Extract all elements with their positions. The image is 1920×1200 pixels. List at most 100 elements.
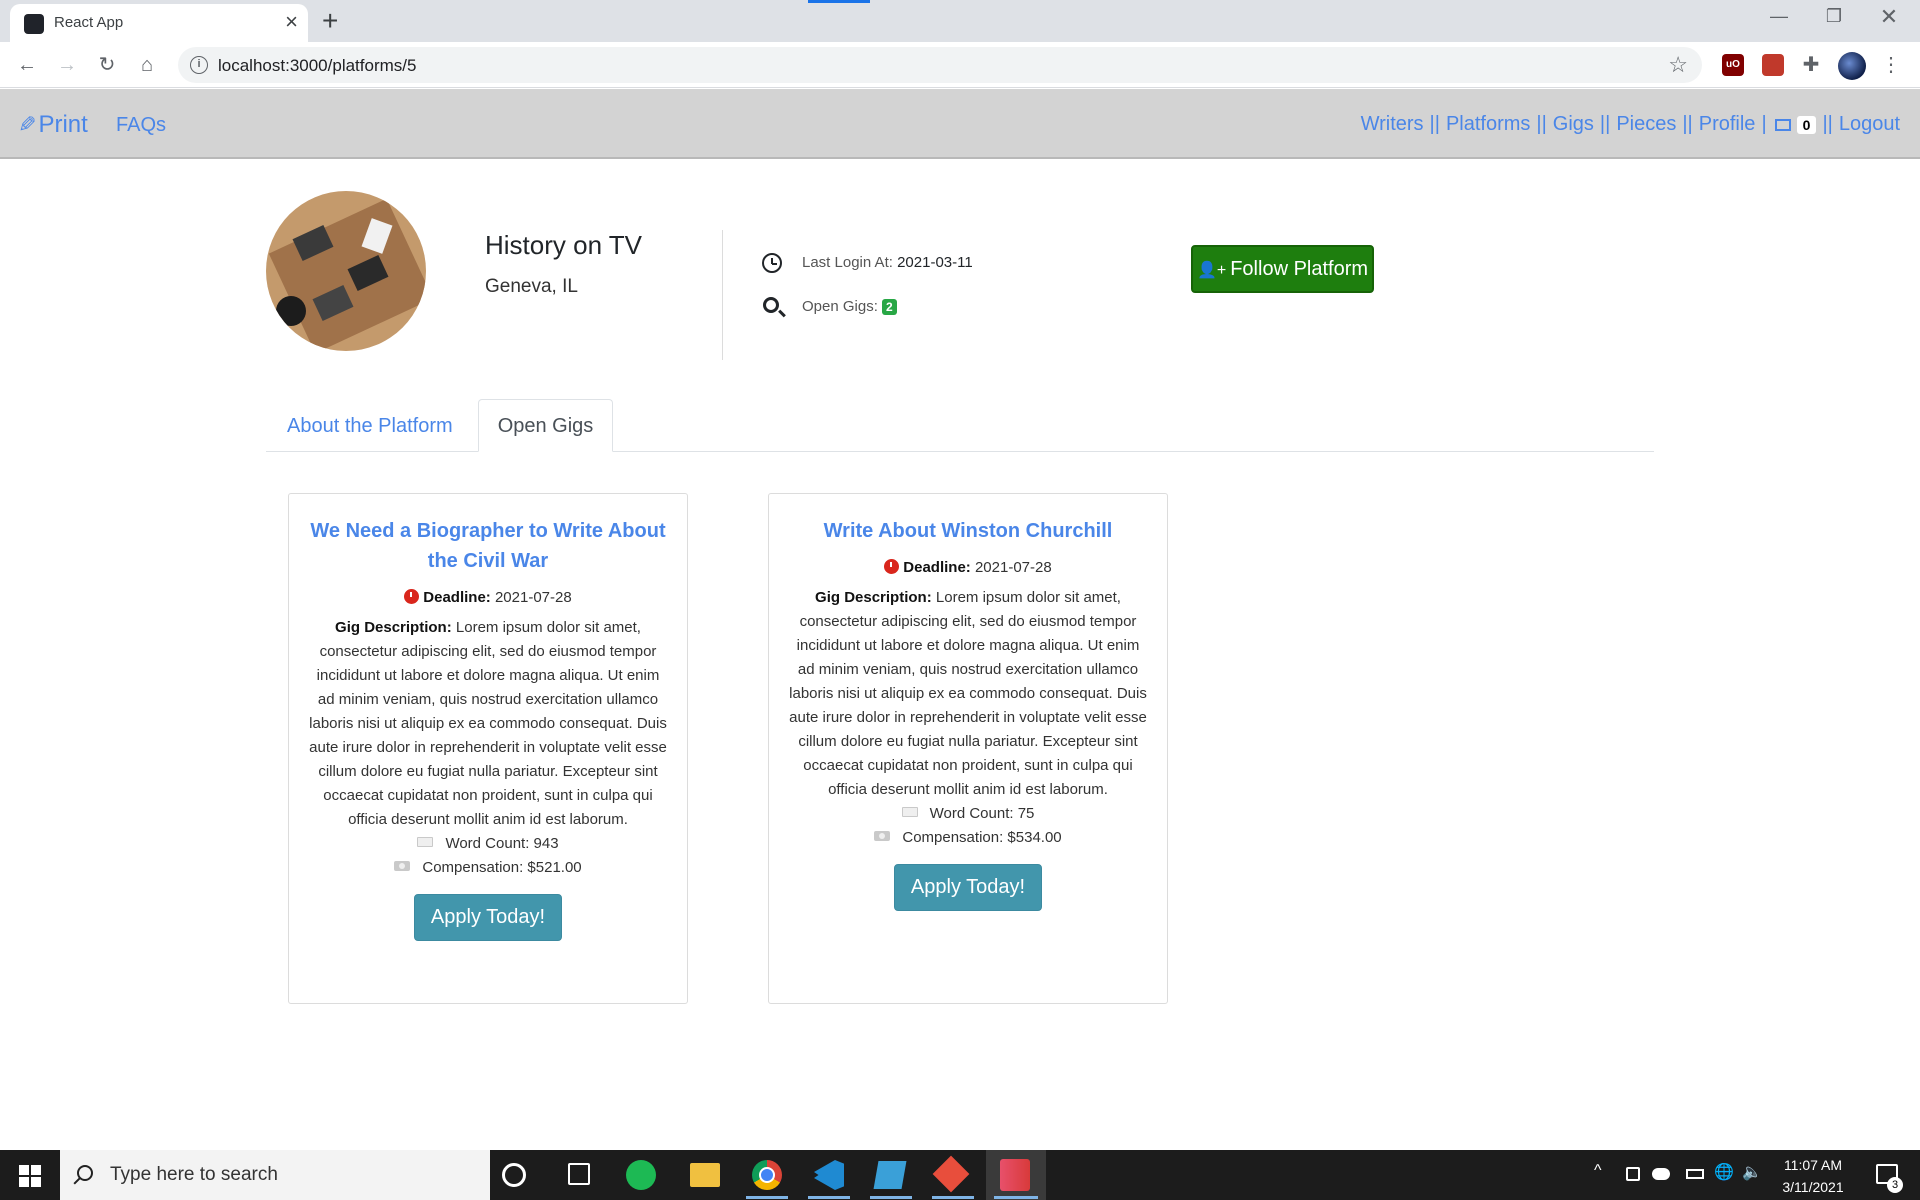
gig-deadline: Deadline: 2021-07-28: [789, 556, 1147, 580]
new-tab-button[interactable]: +: [322, 4, 338, 38]
tabs-divider: [266, 451, 1654, 452]
nav-platforms-link[interactable]: Platforms: [1446, 113, 1530, 136]
spotify-icon[interactable]: [626, 1160, 656, 1190]
browser-toolbar: ← → ↻ ⌂ i localhost:3000/platforms/5 ☆ u…: [0, 42, 1920, 88]
keyboard-icon: [417, 837, 434, 847]
follow-platform-button[interactable]: 👤+ Follow Platform: [1191, 245, 1374, 293]
tab-open-gigs[interactable]: Open Gigs: [478, 399, 613, 452]
url-text[interactable]: localhost:3000/platforms/5: [218, 56, 416, 76]
header-divider: [722, 230, 723, 360]
gig-description: Gig Description: Lorem ipsum dolor sit a…: [309, 616, 667, 832]
tray-chevron-icon[interactable]: ^: [1594, 1162, 1602, 1180]
reload-icon[interactable]: ↻: [92, 50, 122, 80]
description-label: Gig Description:: [335, 619, 452, 636]
search-glass-icon: [77, 1165, 93, 1181]
windows-start-icon[interactable]: [0, 1150, 60, 1200]
chrome-icon[interactable]: [752, 1160, 782, 1190]
compensation-text: Compensation: $521.00: [422, 859, 582, 876]
nav-separator: ||: [1429, 113, 1440, 135]
git-app-icon[interactable]: [932, 1155, 970, 1193]
clock-icon: [762, 253, 782, 273]
vscode-icon[interactable]: [814, 1160, 844, 1190]
tray-cloud-icon[interactable]: [1652, 1168, 1670, 1180]
deadline-clock-icon: [884, 559, 900, 574]
search-icon: [763, 297, 779, 313]
bookmark-star-icon[interactable]: ☆: [1668, 52, 1688, 78]
tab-title: React App: [54, 14, 124, 31]
windows-taskbar: Type here to search ^ 🌐 🔈 11:07 AM 3/11/…: [0, 1150, 1920, 1200]
window-restore-button[interactable]: ❐: [1811, 6, 1857, 27]
extension-icon[interactable]: [1762, 54, 1784, 76]
nav-separator: |: [1761, 113, 1767, 135]
tray-battery-icon[interactable]: [1686, 1169, 1704, 1179]
apply-button[interactable]: Apply Today!: [894, 864, 1042, 911]
gig-title[interactable]: Write About Winston Churchill: [789, 516, 1147, 546]
brand-link[interactable]: ✎Print: [18, 111, 88, 139]
gig-description: Gig Description: Lorem ipsum dolor sit a…: [789, 586, 1147, 802]
taskbar-search-input[interactable]: Type here to search: [60, 1150, 490, 1200]
nav-links: Writers || Platforms || Gigs || Pieces |…: [1361, 113, 1900, 136]
last-login-label: Last Login At:: [802, 254, 893, 271]
profile-avatar-icon[interactable]: [1838, 52, 1866, 80]
tray-network-icon[interactable]: 🌐: [1714, 1162, 1734, 1182]
word-count-text: Word Count: 75: [929, 805, 1035, 822]
nav-writers-link[interactable]: Writers: [1361, 113, 1424, 136]
messages-count-badge[interactable]: 0: [1796, 115, 1817, 134]
nav-faqs-link[interactable]: FAQs: [116, 114, 166, 137]
site-info-icon[interactable]: i: [190, 56, 208, 74]
home-icon[interactable]: ⌂: [132, 50, 162, 80]
tab-close-icon[interactable]: ×: [285, 10, 298, 34]
brand-text: Print: [38, 111, 88, 138]
deadline-value: 2021-07-28: [974, 559, 1052, 576]
gig-title[interactable]: We Need a Biographer to Write About the …: [309, 516, 667, 576]
running-indicator: [808, 1196, 850, 1199]
gig-deadline: Deadline: 2021-07-28: [309, 586, 667, 610]
apply-button[interactable]: Apply Today!: [414, 894, 562, 941]
nav-pieces-link[interactable]: Pieces: [1616, 113, 1676, 136]
tray-device-icon[interactable]: [1626, 1167, 1640, 1181]
forward-icon[interactable]: →: [52, 50, 82, 80]
running-indicator: [746, 1196, 788, 1199]
taskbar-search-placeholder: Type here to search: [110, 1164, 278, 1185]
running-indicator: [994, 1196, 1038, 1199]
gig-card: We Need a Biographer to Write About the …: [288, 493, 688, 1004]
mail-icon[interactable]: [1774, 118, 1791, 131]
gig-compensation: Compensation: $521.00: [309, 856, 667, 880]
money-bill-icon: [874, 831, 891, 841]
back-icon[interactable]: ←: [12, 50, 42, 80]
running-indicator: [870, 1196, 912, 1199]
nav-separator: ||: [1822, 113, 1833, 135]
gig-compensation: Compensation: $534.00: [789, 826, 1147, 850]
platform-location: Geneva, IL: [485, 276, 578, 297]
tab-about-platform[interactable]: About the Platform: [270, 400, 470, 452]
deadline-label: Deadline:: [903, 559, 971, 576]
window-close-button[interactable]: ✕: [1866, 4, 1912, 30]
open-gigs-stat: Open Gigs: 2: [802, 298, 897, 315]
cortana-icon[interactable]: [502, 1163, 526, 1187]
money-bill-icon: [394, 861, 411, 871]
last-login-stat: Last Login At: 2021-03-11: [802, 254, 973, 271]
task-view-icon[interactable]: [568, 1163, 590, 1185]
nav-gigs-link[interactable]: Gigs: [1553, 113, 1594, 136]
postman-app-icon[interactable]: [1000, 1159, 1030, 1191]
window-minimize-button[interactable]: —: [1756, 6, 1802, 27]
ublock-extension-icon[interactable]: uO: [1722, 54, 1744, 76]
gig-card: Write About Winston Churchill Deadline: …: [768, 493, 1168, 1004]
gig-word-count: Word Count: 943: [309, 832, 667, 856]
address-bar[interactable]: i localhost:3000/platforms/5 ☆: [178, 47, 1702, 83]
nav-logout-link[interactable]: Logout: [1839, 113, 1900, 136]
word-count-text: Word Count: 943: [445, 835, 559, 852]
loading-indicator: [808, 0, 870, 3]
extensions-puzzle-icon[interactable]: ✚: [1800, 54, 1822, 76]
platform-name: History on TV: [485, 230, 643, 260]
notes-app-icon[interactable]: [873, 1161, 907, 1189]
taskbar-clock[interactable]: 11:07 AM 3/11/2021: [1766, 1154, 1860, 1198]
open-gigs-count-badge: 2: [882, 299, 897, 315]
nav-separator: ||: [1682, 113, 1693, 135]
nav-profile-link[interactable]: Profile: [1699, 113, 1756, 136]
browser-menu-icon[interactable]: ⋮: [1880, 54, 1902, 76]
tray-volume-icon[interactable]: 🔈: [1742, 1162, 1762, 1182]
platform-avatar: [266, 191, 426, 351]
browser-tab[interactable]: React App ×: [10, 4, 308, 42]
file-explorer-icon[interactable]: [690, 1163, 720, 1187]
